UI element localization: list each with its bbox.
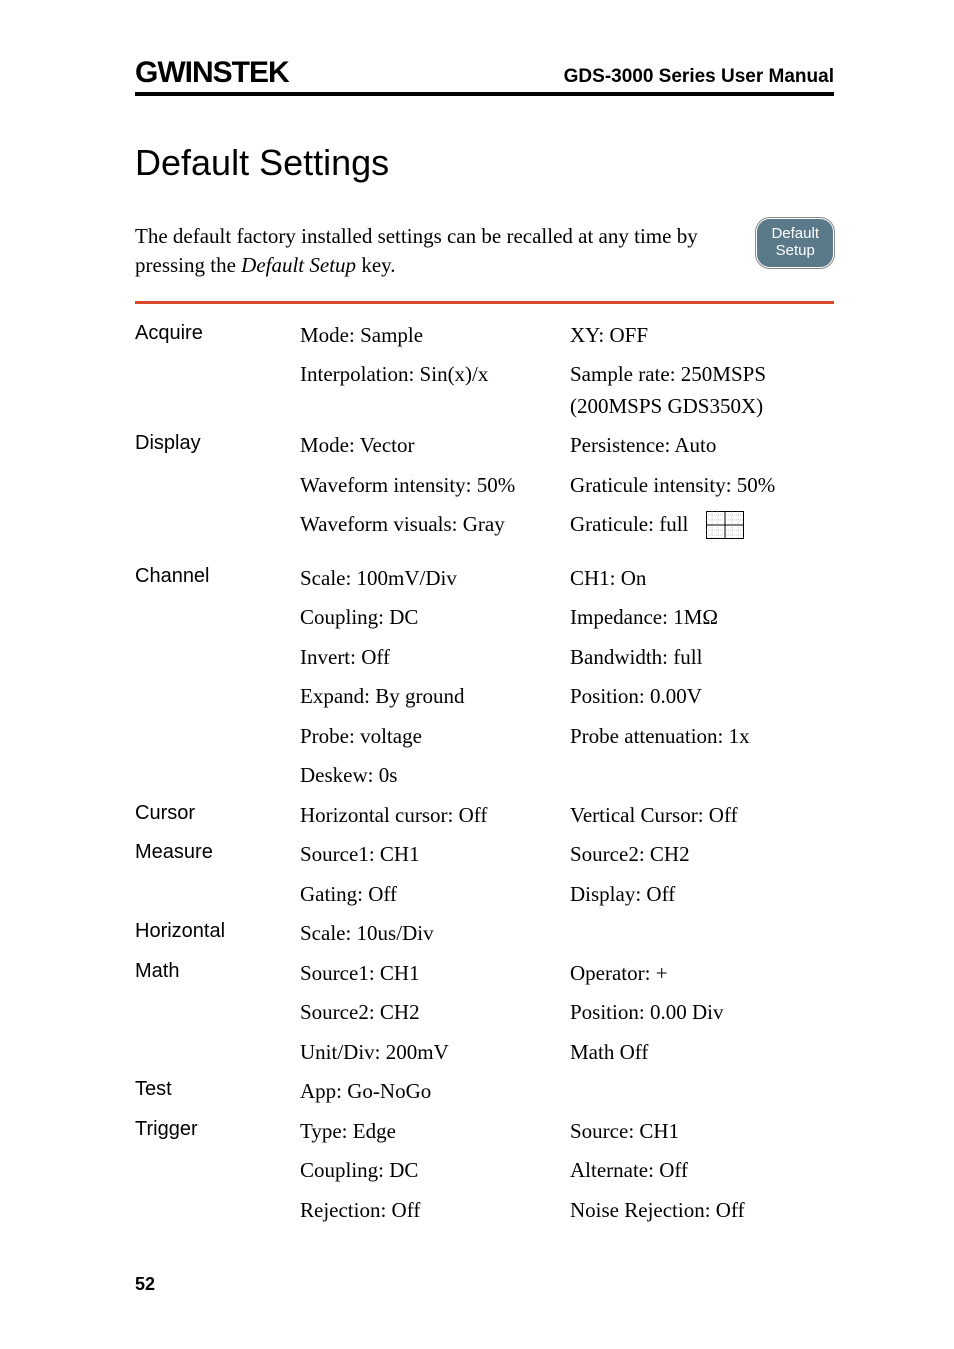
setting-value: Graticule intensity: 50% (570, 470, 775, 502)
section-title: Default Settings (135, 142, 834, 184)
table-row: Expand: By ground Position: 0.00V (135, 681, 834, 713)
setting-value: Coupling: DC (300, 602, 570, 634)
setting-value: Impedance: 1MΩ (570, 602, 718, 634)
setting-value: Rejection: Off (300, 1195, 570, 1227)
table-row: Waveform intensity: 50% Graticule intens… (135, 470, 834, 502)
table-row: Measure Source1: CH1 Source2: CH2 (135, 839, 834, 871)
table-row: Invert: Off Bandwidth: full (135, 642, 834, 674)
setting-value: App: Go-NoGo (300, 1076, 570, 1108)
intro-post: key. (356, 253, 395, 277)
brand-logo: GWINSTEK (135, 56, 289, 90)
logo-text: GWINSTEK (135, 56, 289, 89)
table-row: Channel Scale: 100mV/Div CH1: On (135, 563, 834, 595)
table-row: Coupling: DC Impedance: 1MΩ (135, 602, 834, 634)
setting-value: Scale: 100mV/Div (300, 563, 570, 595)
table-row: Display Mode: Vector Persistence: Auto (135, 430, 834, 462)
setting-value: Operator: + (570, 958, 668, 990)
setting-value: Type: Edge (300, 1116, 570, 1148)
category-label: Trigger (135, 1116, 300, 1141)
setting-value: Source: CH1 (570, 1116, 679, 1148)
setting-value: Persistence: Auto (570, 430, 716, 462)
setting-value: CH1: On (570, 563, 646, 595)
category-label: Acquire (135, 320, 300, 345)
setting-value: Display: Off (570, 879, 675, 911)
default-setup-button: Default Setup (756, 218, 834, 268)
setting-value: Mode: Sample (300, 320, 570, 352)
setting-value: Waveform intensity: 50% (300, 470, 570, 502)
table-row: Horizontal Scale: 10us/Div (135, 918, 834, 950)
manual-title: GDS-3000 Series User Manual (564, 66, 834, 88)
category-label: Cursor (135, 800, 300, 825)
category-label: Channel (135, 563, 300, 588)
page-header: GWINSTEK GDS-3000 Series User Manual (135, 56, 834, 96)
setting-value: Graticule: full (570, 509, 688, 541)
table-row: Test App: Go-NoGo (135, 1076, 834, 1108)
intro-italic: Default Setup (241, 253, 356, 277)
setting-value: Position: 0.00 Div (570, 997, 723, 1029)
button-line2: Setup (771, 242, 819, 259)
setting-value: Source2: CH2 (300, 997, 570, 1029)
table-row: Deskew: 0s (135, 760, 834, 792)
category-label: Horizontal (135, 918, 300, 943)
setting-value: Scale: 10us/Div (300, 918, 570, 950)
page-number: 52 (135, 1274, 155, 1295)
setting-value: Alternate: Off (570, 1155, 688, 1187)
default-settings-table: Acquire Mode: Sample XY: OFF Interpolati… (135, 320, 834, 1227)
table-row: Cursor Horizontal cursor: Off Vertical C… (135, 800, 834, 832)
setting-value: Waveform visuals: Gray (300, 509, 570, 541)
category-label: Display (135, 430, 300, 455)
intro-text: The default factory installed settings c… (135, 218, 726, 281)
table-row: Interpolation: Sin(x)/x Sample rate: 250… (135, 359, 834, 422)
setting-value: Probe attenuation: 1x (570, 721, 750, 753)
category-label: Math (135, 958, 300, 983)
table-row: Acquire Mode: Sample XY: OFF (135, 320, 834, 352)
setting-value: Coupling: DC (300, 1155, 570, 1187)
setting-value: Invert: Off (300, 642, 570, 674)
table-row: Probe: voltage Probe attenuation: 1x (135, 721, 834, 753)
setting-value: Gating: Off (300, 879, 570, 911)
setting-value: Source2: CH2 (570, 839, 690, 871)
table-row: Rejection: Off Noise Rejection: Off (135, 1195, 834, 1227)
button-line1: Default (771, 225, 819, 242)
graticule-full-icon (706, 511, 744, 539)
table-row: Unit/Div: 200mV Math Off (135, 1037, 834, 1069)
setting-value: XY: OFF (570, 320, 648, 352)
table-row: Source2: CH2 Position: 0.00 Div (135, 997, 834, 1029)
category-label: Measure (135, 839, 300, 864)
setting-value: Source1: CH1 (300, 839, 570, 871)
setting-value: Noise Rejection: Off (570, 1195, 745, 1227)
setting-value: Probe: voltage (300, 721, 570, 753)
setting-value: Math Off (570, 1037, 648, 1069)
table-row: Gating: Off Display: Off (135, 879, 834, 911)
section-divider (135, 301, 834, 304)
setting-value: Unit/Div: 200mV (300, 1037, 570, 1069)
table-row: Math Source1: CH1 Operator: + (135, 958, 834, 990)
setting-value: Bandwidth: full (570, 642, 702, 674)
table-row: Waveform visuals: Gray Graticule: full (135, 509, 834, 541)
setting-value: Position: 0.00V (570, 681, 702, 713)
setting-value: Horizontal cursor: Off (300, 800, 570, 832)
setting-value: Vertical Cursor: Off (570, 800, 738, 832)
setting-value: Deskew: 0s (300, 760, 570, 792)
table-row: Trigger Type: Edge Source: CH1 (135, 1116, 834, 1148)
setting-value: Interpolation: Sin(x)/x (300, 359, 570, 391)
setting-value: Source1: CH1 (300, 958, 570, 990)
setting-value: Expand: By ground (300, 681, 570, 713)
table-row: Coupling: DC Alternate: Off (135, 1155, 834, 1187)
intro-pre: The default factory installed settings c… (135, 224, 698, 277)
setting-value: Sample rate: 250MSPS (200MSPS GDS350X) (570, 359, 834, 422)
category-label: Test (135, 1076, 300, 1101)
setting-value: Mode: Vector (300, 430, 570, 462)
intro-row: The default factory installed settings c… (135, 218, 834, 281)
